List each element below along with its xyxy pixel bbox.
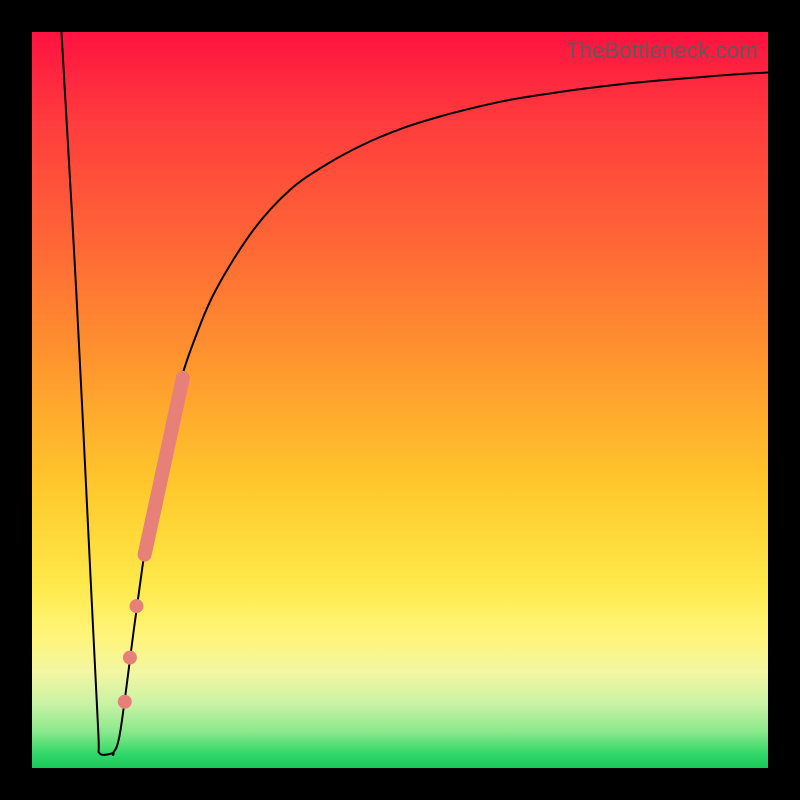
marker-dot — [130, 599, 144, 613]
bottleneck-curve — [61, 32, 768, 755]
plot-area: TheBottleneck.com — [32, 32, 768, 768]
curve-overlay — [32, 32, 768, 768]
marker-dot — [118, 695, 132, 709]
marker-segment — [145, 378, 183, 555]
chart-frame: TheBottleneck.com — [0, 0, 800, 800]
marker-dot — [123, 651, 137, 665]
